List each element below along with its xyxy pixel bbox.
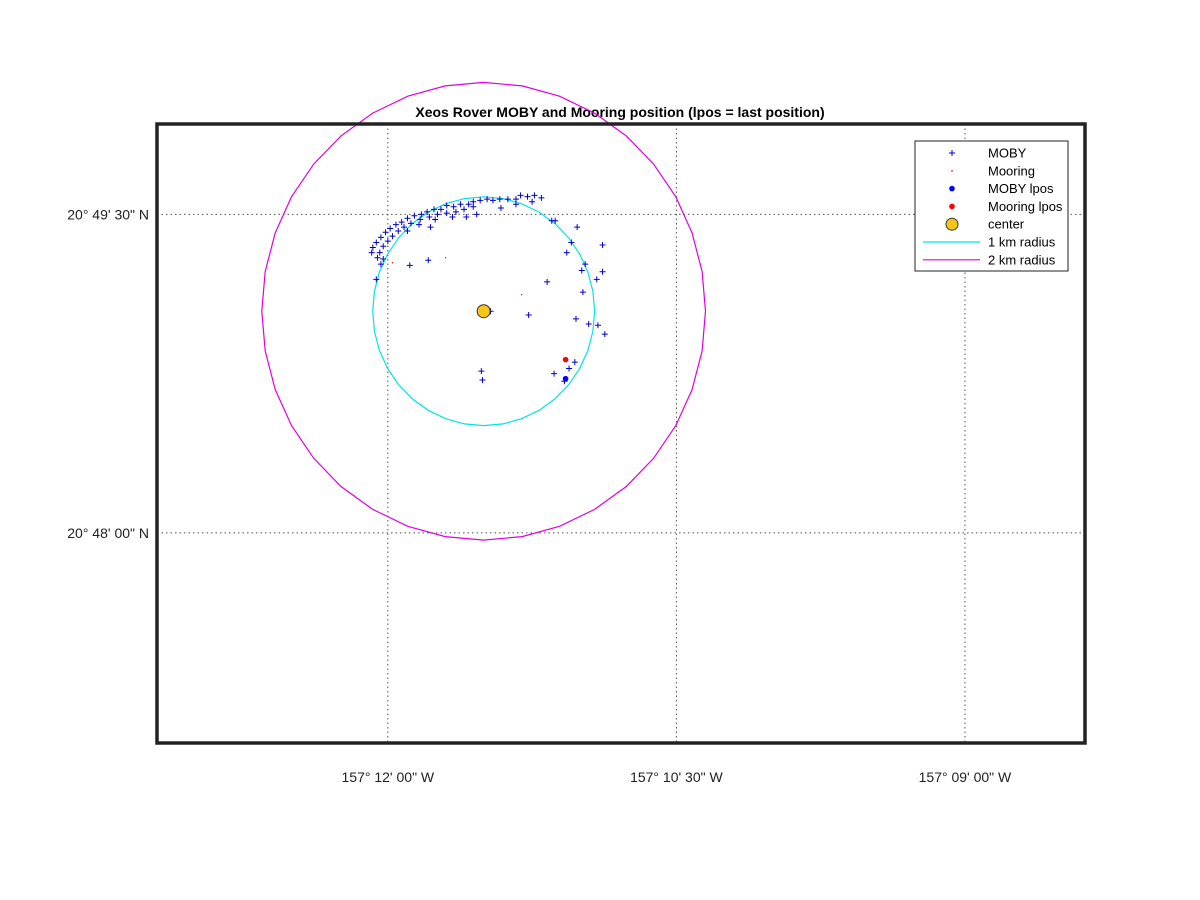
- moby-point: [387, 225, 394, 232]
- moby-point: [477, 197, 484, 204]
- moby-point: [593, 276, 600, 283]
- moby-point: [373, 239, 380, 246]
- legend-1-km-radius-label: 1 km radius: [988, 235, 1056, 250]
- moby-lpos-marker: [562, 375, 569, 382]
- moby-point: [369, 244, 376, 251]
- moby-point: [566, 365, 573, 372]
- moby-point: [406, 262, 413, 269]
- moby-point: [601, 331, 608, 338]
- moby-point: [411, 212, 418, 219]
- moby-point: [594, 322, 601, 329]
- legend-moby-lpos-label: MOBY lpos: [988, 181, 1054, 196]
- moby-point: [563, 249, 570, 256]
- moby-point: [416, 221, 423, 228]
- moby-point: [524, 193, 531, 200]
- moby-point: [531, 192, 538, 199]
- legend-mooring-label: Mooring: [988, 163, 1035, 178]
- moby-point: [579, 289, 586, 296]
- moby-point: [384, 238, 391, 245]
- legend-mooring-marker: [951, 170, 953, 172]
- chart-title: Xeos Rover MOBY and Mooring position (lp…: [415, 104, 824, 120]
- moby-point: [431, 206, 438, 213]
- moby-point: [380, 243, 387, 250]
- data-points: [368, 192, 608, 385]
- mooring-lpos-marker: [562, 356, 569, 363]
- moby-point: [443, 210, 450, 217]
- moby-point: [585, 320, 592, 327]
- moby-point: [551, 370, 558, 377]
- legend-moby-label: MOBY: [988, 146, 1027, 161]
- moby-point: [473, 211, 480, 218]
- moby-point: [572, 315, 579, 322]
- moby-point: [574, 224, 581, 231]
- moby-point: [544, 278, 551, 285]
- x-tick-label: 157° 09' 00" W: [919, 769, 1012, 785]
- legend-mooring-lpos-label: Mooring lpos: [988, 199, 1063, 214]
- moby-point: [427, 224, 434, 231]
- center-marker: [476, 304, 491, 319]
- moby-point: [461, 206, 468, 213]
- moby-point: [368, 249, 375, 256]
- x-tick-label: 157° 12' 00" W: [342, 769, 435, 785]
- moby-point: [404, 227, 411, 234]
- y-tick-label: 20° 49' 30" N: [67, 206, 149, 222]
- moby-point: [497, 205, 504, 212]
- moby-point: [418, 211, 425, 218]
- moby-point: [457, 201, 464, 208]
- y-tick-label: 20° 48' 00" N: [67, 525, 149, 541]
- legend: MOBY Mooring MOBY lpos Mooring lpos center 1 …: [914, 140, 1069, 272]
- x-tick-label: 157° 10' 30" W: [630, 769, 723, 785]
- moby-point: [599, 268, 606, 275]
- chart-svg: Xeos Rover MOBY and Mooring position (lp…: [67, 81, 1087, 785]
- moby-point: [504, 196, 511, 203]
- moby-point: [389, 233, 396, 240]
- mooring-point: [444, 257, 447, 259]
- legend-2-km-radius-label: 2 km radius: [988, 252, 1056, 267]
- moby-point: [377, 234, 384, 241]
- mooring-point: [521, 293, 523, 296]
- moby-point: [404, 215, 411, 222]
- moby-point: [571, 359, 578, 366]
- moby-point: [478, 368, 485, 375]
- moby-point: [417, 216, 424, 223]
- moby-point: [395, 227, 402, 234]
- moby-point: [529, 198, 536, 205]
- moby-point: [517, 192, 524, 199]
- moby-point: [382, 229, 389, 236]
- moby-point: [407, 220, 414, 227]
- tick-labels: 157° 12' 00" W 157° 10' 30" W 157° 09' 00"…: [67, 206, 1012, 785]
- moby-point: [496, 196, 503, 203]
- legend-mooring-lpos-marker: [949, 203, 955, 210]
- moby-point: [392, 221, 399, 228]
- moby-point: [425, 257, 432, 264]
- moby-point: [479, 377, 486, 384]
- legend-center-marker: [945, 217, 959, 231]
- mooring-point: [391, 262, 394, 264]
- moby-point: [599, 241, 606, 248]
- legend-moby-lpos-marker: [949, 185, 955, 192]
- chart-figure: Xeos Rover MOBY and Mooring position (lp…: [0, 0, 1200, 900]
- moby-point: [525, 312, 532, 319]
- moby-point: [538, 194, 545, 201]
- legend-center-label: center: [988, 217, 1025, 232]
- moby-point: [578, 267, 585, 274]
